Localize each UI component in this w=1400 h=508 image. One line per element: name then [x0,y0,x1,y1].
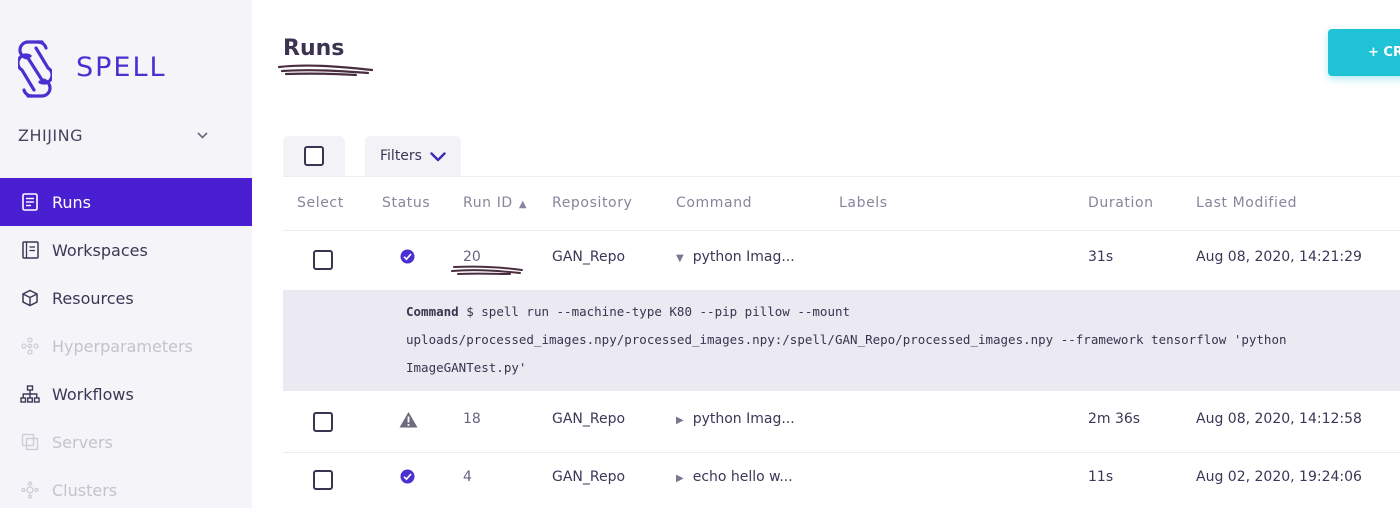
divider [283,230,1400,231]
sidebar-item-workspaces[interactable]: Workspaces [0,226,252,274]
command-cell[interactable]: ▼ python Imag... [676,249,795,265]
page-title: Runs [283,36,345,61]
caret-down-icon: ▼ [676,253,684,264]
sidebar: SPELL ZHIJING Runs Workspaces Resources [0,0,252,508]
cube-icon [20,288,40,308]
header-last-modified[interactable]: Last Modified [1196,195,1297,211]
run-id-link[interactable]: 18 [463,411,481,427]
caret-right-icon: ▶ [676,415,684,426]
repository-cell: GAN_Repo [552,411,626,427]
redaction-scribble [451,265,523,275]
caret-right-icon: ▶ [676,473,684,484]
redaction-scribble [277,64,374,77]
header-command[interactable]: Command [676,195,752,211]
sidebar-item-label: Servers [52,432,113,452]
duration-cell: 2m 36s [1088,411,1141,427]
select-all-container [283,136,345,176]
command-text: python Imag... [692,249,795,265]
sidebar-item-hyperparameters[interactable]: Hyperparameters [0,322,252,370]
header-duration[interactable]: Duration [1088,195,1154,211]
command-line-2: uploads/processed_images.npy/processed_i… [406,332,1287,347]
divider [283,176,1400,177]
sidebar-item-servers[interactable]: Servers [0,418,252,466]
chevron-down-icon [197,128,208,143]
header-run-id-label: Run ID [463,195,513,211]
row-checkbox[interactable] [313,412,333,432]
repository-cell: GAN_Repo [552,249,626,265]
duration-cell: 11s [1088,469,1114,485]
repository-cell: GAN_Repo [552,469,626,485]
document-icon [20,192,40,212]
success-status-icon [400,469,415,488]
workflow-icon [20,384,40,404]
last-modified-cell: Aug 08, 2020, 14:21:29 [1196,249,1362,265]
last-modified-cell: Aug 02, 2020, 19:24:06 [1196,469,1362,485]
expanded-command-panel: Command $ spell run --machine-type K80 -… [283,290,1400,391]
row-checkbox[interactable] [313,470,333,490]
command-line-1: Command $ spell run --machine-type K80 -… [406,304,850,319]
create-run-button[interactable]: + CR [1328,29,1400,76]
sidebar-item-label: Runs [52,192,92,212]
command-text-1: $ spell run --machine-type K80 --pip pil… [466,304,851,319]
brand-name: SPELL [76,52,167,83]
warning-status-icon [399,411,418,432]
sidebar-item-runs[interactable]: Runs [0,178,252,226]
filters-label: Filters [380,148,422,164]
command-cell[interactable]: ▶ echo hello w... [676,469,793,485]
header-status[interactable]: Status [382,195,430,211]
sidebar-item-clusters[interactable]: Clusters [0,466,252,508]
sidebar-item-label: Workspaces [52,240,148,260]
servers-icon [20,432,40,452]
command-text: python Imag... [692,411,795,427]
sidebar-item-workflows[interactable]: Workflows [0,370,252,418]
clusters-icon [20,480,40,500]
sidebar-item-label: Clusters [52,480,118,500]
header-select: Select [297,195,344,211]
sidebar-item-label: Workflows [52,384,134,404]
command-label: Command [406,304,459,319]
command-cell[interactable]: ▶ python Imag... [676,411,795,427]
spell-logo-icon [18,40,52,98]
header-labels[interactable]: Labels [839,195,888,211]
select-all-checkbox[interactable] [304,146,324,166]
divider [283,452,1400,453]
command-line-3: ImageGANTest.py' [406,360,527,375]
org-switcher[interactable]: ZHIJING [18,123,208,147]
logo[interactable]: SPELL [18,38,165,100]
sidebar-nav: Runs Workspaces Resources Hyperparameter… [0,178,252,508]
notebook-icon [20,240,40,260]
run-id-link[interactable]: 4 [463,469,472,485]
row-checkbox[interactable] [313,250,333,270]
sidebar-item-label: Hyperparameters [52,336,193,356]
command-text: echo hello w... [692,469,793,485]
header-run-id[interactable]: Run ID ▲ [463,195,527,211]
sidebar-item-resources[interactable]: Resources [0,274,252,322]
org-name: ZHIJING [18,125,84,145]
sort-ascending-icon: ▲ [518,199,528,210]
run-id-link[interactable]: 20 [463,249,481,265]
last-modified-cell: Aug 08, 2020, 14:12:58 [1196,411,1362,427]
chevron-down-icon [430,147,446,166]
hyperparameters-icon [20,336,40,356]
header-repository[interactable]: Repository [552,195,632,211]
filters-button[interactable]: Filters [365,136,461,176]
duration-cell: 31s [1088,249,1114,265]
sidebar-item-label: Resources [52,288,134,308]
success-status-icon [400,249,415,268]
